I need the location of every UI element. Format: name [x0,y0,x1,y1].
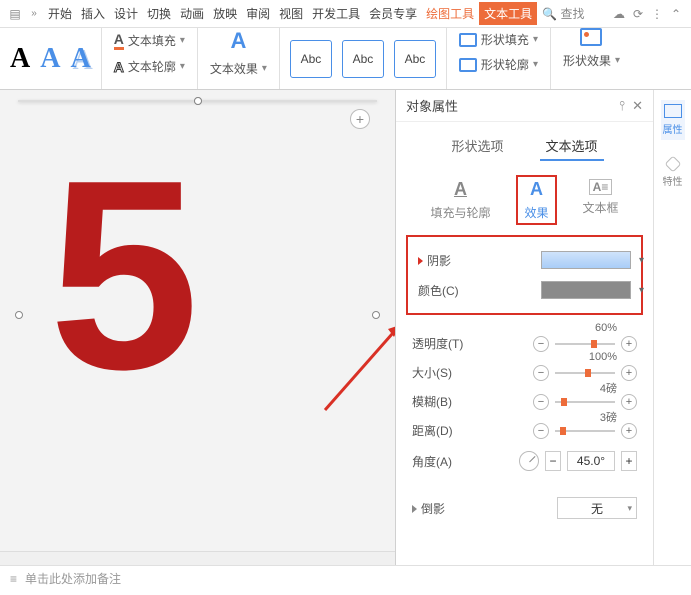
subtab-effects[interactable]: A效果 [516,175,556,225]
ribbon-text-effect-group: A 文本效果 ▾ [198,28,280,89]
canvas-pane: + 5 [0,90,395,565]
slide-canvas[interactable]: + 5 [18,100,377,102]
menu-slideshow[interactable]: 放映 [209,3,241,24]
opacity-stepper[interactable]: 60%−+ [533,336,637,352]
menu-dev[interactable]: 开发工具 [308,3,364,24]
collapse-ribbon-icon[interactable]: ⌃ [667,5,685,23]
pin-icon[interactable]: ⫯ [619,98,625,114]
selection-handle[interactable] [372,311,380,319]
menu-design[interactable]: 设计 [110,3,142,24]
panel-subtabs: A填充与轮廓 A效果 A≡文本框 [396,161,653,235]
wordart-style-1[interactable]: A [10,43,30,75]
menu-view[interactable]: 视图 [275,3,307,24]
shadow-header[interactable]: 阴影 [418,252,533,269]
menu-home[interactable]: 开始 [44,3,76,24]
menu-vip[interactable]: 会员专享 [365,3,421,24]
blur-label: 模糊(B) [412,393,525,410]
notes-icon: ≡ [10,572,17,586]
panel-tabs: 形状选项 文本选项 [396,122,653,161]
reflection-header[interactable]: 倒影 [412,500,549,517]
side-special[interactable]: 特性 [663,158,683,188]
text-fill-button[interactable]: A文本填充 ▾ [112,28,187,53]
side-props[interactable]: 属性 [661,100,685,140]
ribbon-wordart-group: A A A [0,28,102,89]
reflection-select[interactable]: 无 [557,497,637,519]
file-icon[interactable]: ▤ [6,5,24,23]
menu-text-tools[interactable]: 文本工具 [479,2,537,25]
menu-review[interactable]: 审阅 [242,3,274,24]
selection-handle[interactable] [15,311,23,319]
panel-title-bar: 对象属性 ⫯ ✕ [396,90,653,122]
text-effect-icon: A [230,28,246,54]
main-area: + 5 对象属性 ⫯ ✕ 形状选项 文本选项 [0,90,691,565]
expand-icon [412,505,417,513]
shape-effect-icon [580,28,602,46]
ribbon-text-group: A文本填充 ▾ A文本轮廓 ▾ [102,28,198,89]
close-icon[interactable]: ✕ [632,98,643,114]
properties-panel: 对象属性 ⫯ ✕ 形状选项 文本选项 A填充与轮廓 A效果 A≡文本框 阴影 ▾ [395,90,691,565]
angle-label: 角度(A) [412,453,511,470]
angle-minus[interactable]: − [545,451,561,471]
shadow-preset-swatch[interactable]: ▾ [541,251,631,269]
distance-stepper[interactable]: 3磅−+ [533,423,637,439]
menu-anim[interactable]: 动画 [176,3,208,24]
shape-fill-icon [459,33,477,47]
wordart-object[interactable]: 5 [49,141,199,411]
ribbon-shape-group: 形状填充 ▾ 形状轮廓 ▾ [447,28,551,89]
menu-transition[interactable]: 切换 [143,3,175,24]
angle-dial[interactable] [519,451,539,471]
color-label: 颜色(C) [418,282,533,299]
shape-style-1[interactable]: Abc [290,40,332,78]
angle-plus[interactable]: + [621,451,637,471]
add-placeholder-button[interactable]: + [350,109,370,129]
size-stepper[interactable]: 100%−+ [533,365,637,381]
wordart-style-2[interactable]: A [40,43,60,75]
shape-effect-button[interactable]: 形状效果 ▾ [561,49,622,72]
more-icon[interactable]: ⋮ [648,5,666,23]
shape-style-2[interactable]: Abc [342,40,384,78]
size-label: 大小(S) [412,364,525,381]
tab-shape-options[interactable]: 形状选项 [445,132,509,161]
sync-icon[interactable]: ⟳ [629,5,647,23]
shape-outline-button[interactable]: 形状轮廓 ▾ [457,53,540,76]
distance-label: 距离(D) [412,422,525,439]
menu-find[interactable]: 🔍 查找 [538,3,588,24]
angle-control[interactable]: − 45.0° + [519,451,637,471]
text-effect-button[interactable]: 文本效果 ▾ [208,57,269,80]
menu-insert[interactable]: 插入 [77,3,109,24]
horizontal-scrollbar[interactable] [0,551,395,565]
notes-bar[interactable]: ≡ 单击此处添加备注 [0,565,691,591]
blur-stepper[interactable]: 4磅−+ [533,394,637,410]
expand-icon [418,257,423,265]
side-tool-rail: 属性 特性 [653,90,691,565]
ribbon-shape-styles: Abc Abc Abc [280,28,447,89]
ribbon-shape-effect-group: 形状效果 ▾ [551,28,632,89]
wordart-style-3[interactable]: A [70,43,90,75]
menu-more-icon[interactable]: » [25,5,43,23]
panel-title: 对象属性 [406,96,458,115]
opacity-label: 透明度(T) [412,335,525,352]
shape-outline-icon [459,58,477,72]
menu-draw-tools[interactable]: 绘图工具 [422,3,478,24]
subtab-fill-outline[interactable]: A填充与轮廓 [422,175,498,225]
shadow-props: 透明度(T) 60%−+ 大小(S) 100%−+ 模糊(B) 4磅−+ 距离(… [396,325,653,529]
text-outline-button[interactable]: A文本轮廓 ▾ [112,55,187,78]
notes-placeholder: 单击此处添加备注 [25,570,121,587]
angle-value[interactable]: 45.0° [567,451,615,471]
ribbon: A A A A文本填充 ▾ A文本轮廓 ▾ A 文本效果 ▾ Abc Abc A… [0,28,691,90]
menu-bar: ▤ » 开始 插入 设计 切换 动画 放映 审阅 视图 开发工具 会员专享 绘图… [0,0,691,28]
shape-fill-button[interactable]: 形状填充 ▾ [457,28,540,51]
subtab-textbox[interactable]: A≡文本框 [575,175,627,225]
shadow-color-swatch[interactable]: ▾ [541,281,631,299]
selection-handle[interactable] [194,97,202,105]
shape-style-3[interactable]: Abc [394,40,436,78]
shadow-section: 阴影 ▾ 颜色(C) ▾ [406,235,643,315]
cloud-icon[interactable]: ☁ [610,5,628,23]
tab-text-options[interactable]: 文本选项 [540,132,604,161]
